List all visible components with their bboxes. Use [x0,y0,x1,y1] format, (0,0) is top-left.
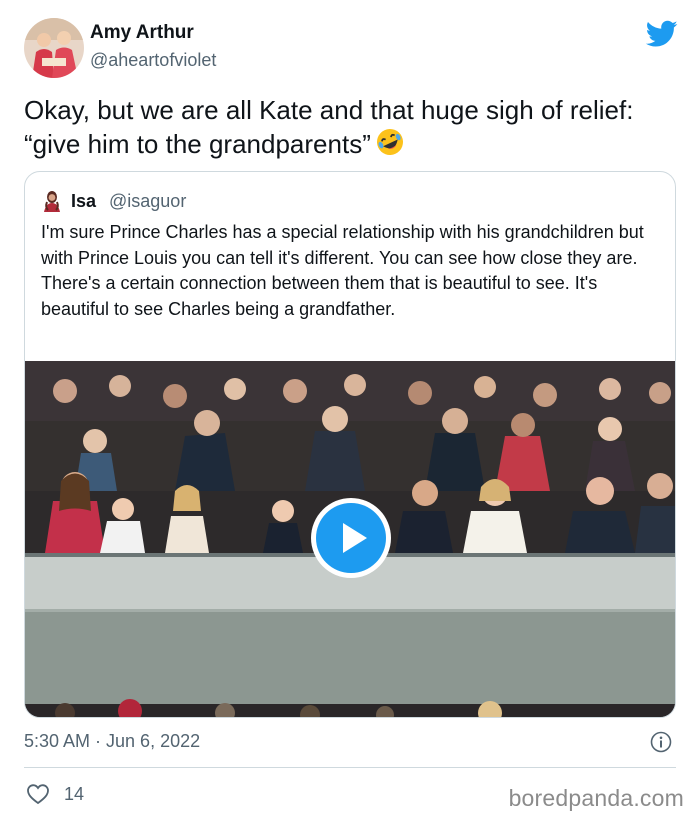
tweet-text: Okay, but we are all Kate and that huge … [24,95,634,159]
quoted-author-name[interactable]: Isa [71,191,96,212]
divider [24,767,676,768]
quoted-tweet-video[interactable] [25,361,675,717]
like-count: 14 [64,784,85,804]
author-handle[interactable]: @aheartofviolet [90,50,216,71]
rolling-on-floor-laughing-emoji-icon [375,127,405,157]
watermark: boredpanda.com [508,785,684,811]
quoted-author-avatar[interactable] [41,190,63,212]
heart-icon[interactable] [26,783,50,805]
quoted-author-handle[interactable]: @isaguor [109,191,186,212]
twitter-bird-icon [645,20,678,48]
tweet-body: Okay, but we are all Kate and that huge … [24,94,664,161]
info-icon[interactable] [650,731,672,753]
play-icon [316,503,386,573]
author-avatar[interactable] [24,18,84,78]
tweet-timestamp[interactable]: 5:30 AM · Jun 6, 2022 [24,731,200,752]
quoted-tweet-text: I'm sure Prince Charles has a special re… [41,222,644,319]
play-button[interactable] [311,498,391,578]
author-display-name[interactable]: Amy Arthur [90,22,194,44]
quoted-tweet-card[interactable]: Isa @isaguor I'm sure Prince Charles has… [24,171,676,718]
